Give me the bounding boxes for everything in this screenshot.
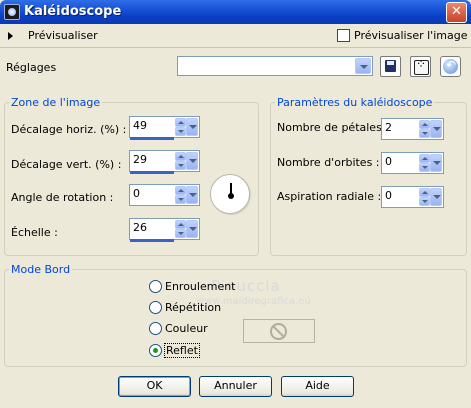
radio-color-label[interactable]: Couleur	[165, 322, 208, 335]
dial-center	[228, 193, 234, 199]
radio-reflect[interactable]	[149, 344, 162, 357]
horizontal-offset-input[interactable]: 49	[129, 116, 200, 140]
orbits-input[interactable]: 0	[381, 152, 444, 174]
vertical-offset-label: Décalage vert. (%) :	[11, 158, 122, 171]
expand-preview-icon[interactable]	[8, 32, 13, 40]
cancel-button[interactable]: Annuler	[199, 376, 272, 397]
window-title: Kaléidoscope	[24, 4, 122, 19]
edge-color-swatch[interactable]	[243, 319, 315, 343]
save-settings-button[interactable]	[380, 56, 401, 77]
preview-image-checkbox[interactable]	[337, 29, 350, 42]
vertical-offset-spinner[interactable]	[175, 152, 186, 170]
randomize-button[interactable]	[410, 56, 431, 77]
settings-label: Réglages	[6, 61, 57, 74]
petals-label: Nombre de pétales :	[277, 121, 390, 134]
orbits-spinner[interactable]	[419, 154, 430, 172]
horizontal-offset-bar[interactable]	[130, 137, 174, 140]
title-bar[interactable]: Kaléidoscope ✕	[0, 0, 471, 24]
horizontal-offset-spinner[interactable]	[175, 118, 186, 136]
rotation-angle-label: Angle de rotation :	[11, 191, 114, 204]
rotation-angle-spinner[interactable]	[175, 186, 186, 204]
image-zone-legend: Zone de l'image	[11, 96, 101, 109]
preview-image-label[interactable]: Prévisualiser l'image	[354, 29, 467, 42]
close-button[interactable]: ✕	[446, 2, 467, 23]
radio-wrap[interactable]	[149, 280, 162, 293]
preview-label[interactable]: Prévisualiser	[28, 29, 98, 42]
edge-mode-legend: Mode Bord	[11, 263, 71, 276]
radio-color[interactable]	[149, 322, 162, 335]
ok-button[interactable]: OK	[118, 376, 191, 397]
scale-spinner[interactable]	[175, 220, 186, 238]
kaleidoscope-params-legend: Paramètres du kaléidoscope	[277, 96, 433, 109]
orbits-label: Nombre d'orbites :	[277, 156, 380, 169]
scale-label: Échelle :	[11, 226, 58, 239]
radio-repeat-label[interactable]: Répétition	[165, 301, 221, 314]
reset-button[interactable]	[440, 56, 461, 77]
radio-reflect-label[interactable]: Reflet	[164, 343, 200, 358]
kaleidoscope-dialog: Kaléidoscope ✕ Prévisualiser Prévisualis…	[0, 0, 471, 408]
scale-input[interactable]: 26	[129, 218, 200, 242]
chevron-down-icon[interactable]	[430, 120, 442, 138]
app-icon	[4, 4, 20, 20]
preview-row: Prévisualiser Prévisualiser l'image	[0, 24, 471, 48]
no-color-icon	[270, 323, 287, 340]
settings-select[interactable]	[177, 56, 373, 76]
rotation-angle-input[interactable]: 0	[129, 184, 200, 206]
chevron-down-icon[interactable]	[186, 152, 198, 170]
chevron-down-icon[interactable]	[430, 188, 442, 206]
vertical-offset-bar[interactable]	[130, 171, 174, 174]
chevron-down-icon[interactable]	[186, 186, 198, 204]
petals-spinner[interactable]	[419, 120, 430, 138]
horizontal-offset-label: Décalage horiz. (%) :	[11, 123, 127, 136]
radial-aspiration-spinner[interactable]	[419, 188, 430, 206]
radial-aspiration-label: Aspiration radiale :	[277, 190, 382, 203]
chevron-down-icon[interactable]	[430, 154, 442, 172]
help-button[interactable]: Aide	[281, 376, 354, 397]
radio-repeat[interactable]	[149, 301, 162, 314]
radial-aspiration-input[interactable]: 0	[381, 186, 444, 208]
petals-input[interactable]: 2	[381, 118, 444, 140]
chevron-down-icon[interactable]	[355, 58, 371, 74]
scale-bar[interactable]	[130, 239, 174, 242]
radio-wrap-label[interactable]: Enroulement	[165, 280, 236, 293]
chevron-down-icon[interactable]	[186, 220, 198, 238]
chevron-down-icon[interactable]	[186, 118, 198, 136]
rotation-dial[interactable]	[210, 174, 250, 214]
vertical-offset-input[interactable]: 29	[129, 150, 200, 174]
